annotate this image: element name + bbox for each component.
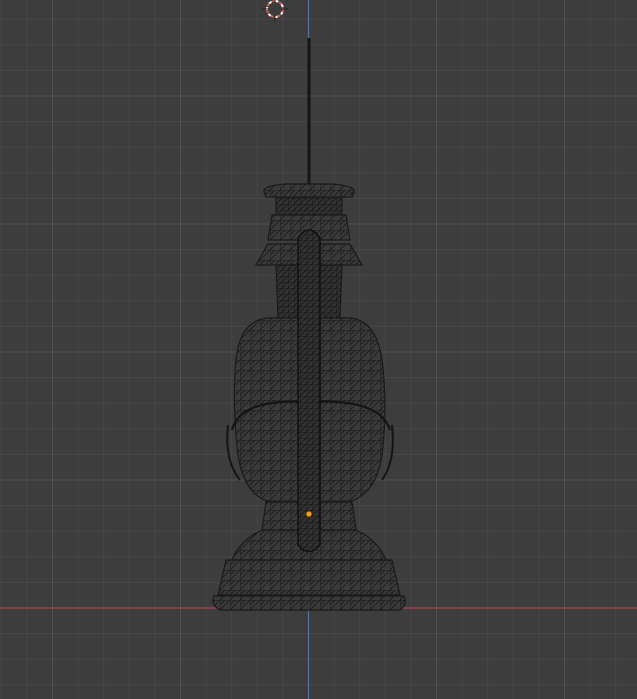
lantern-handle[interactable] xyxy=(297,229,321,553)
viewport-canvas[interactable] xyxy=(0,0,637,699)
lantern-mesh[interactable] xyxy=(212,38,406,611)
lantern-vent[interactable] xyxy=(275,196,343,216)
lantern-top-cap[interactable] xyxy=(263,183,355,198)
object-origin-icon[interactable] xyxy=(305,510,313,518)
3d-viewport[interactable] xyxy=(0,0,637,699)
lantern-base-foot[interactable] xyxy=(217,559,401,596)
lantern-base-rim[interactable] xyxy=(212,595,406,611)
